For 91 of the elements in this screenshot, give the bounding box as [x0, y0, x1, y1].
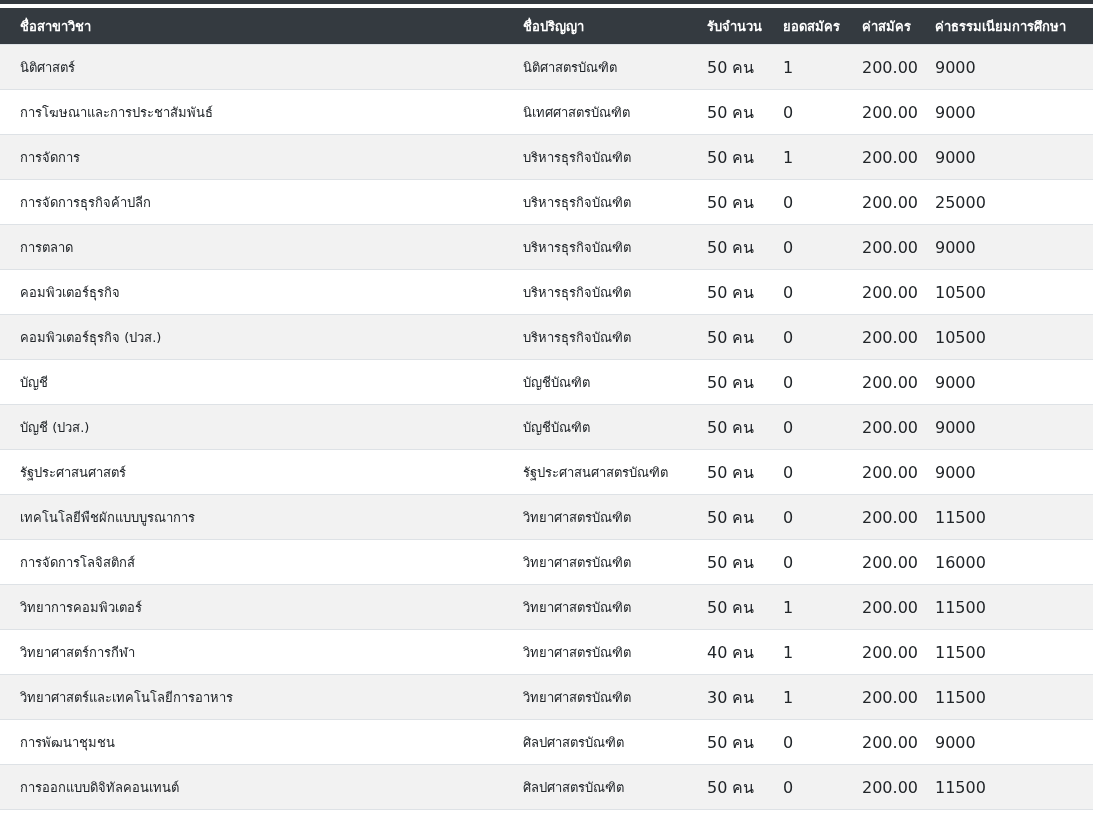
table-cell: รัฐประศาสนศาสตรบัณฑิต [503, 449, 687, 495]
table-cell: วิทยาศาสตรบัณฑิต [503, 539, 687, 585]
table-cell: 40 คน [687, 629, 763, 675]
table-cell: บริหารธุรกิจบัณฑิต [503, 134, 687, 180]
table-cell: 0 [763, 539, 842, 585]
table-cell: วิทยาศาสตรบัณฑิต [503, 584, 687, 630]
table-cell: 1 [763, 44, 842, 90]
table-cell: บริหารธุรกิจบัณฑิต [503, 224, 687, 270]
table-cell: 200.00 [842, 134, 915, 180]
table-cell: 50 คน [687, 539, 763, 585]
table-cell: 50 คน [687, 494, 763, 540]
table-cell: 0 [763, 224, 842, 270]
table-cell: ศิลปศาสตรบัณฑิต [503, 764, 687, 810]
table-cell: บัญชีบัณฑิต [503, 359, 687, 405]
table-cell: การตลาด [0, 224, 503, 270]
column-header: ชื่อปริญญา [503, 8, 687, 45]
table-cell: 200.00 [842, 719, 915, 765]
table-cell: คอมพิวเตอร์ธุรกิจ [0, 269, 503, 315]
table-cell: 50 คน [687, 134, 763, 180]
table-cell: บริหารธุรกิจบัณฑิต [503, 269, 687, 315]
table-cell: 0 [763, 719, 842, 765]
table-cell: 0 [763, 359, 842, 405]
table-cell: บริหารธุรกิจบัณฑิต [503, 179, 687, 225]
column-header: ชื่อสาขาวิชา [0, 8, 503, 45]
table-cell: 200.00 [842, 89, 915, 135]
table-cell: 0 [763, 179, 842, 225]
table-cell: 200.00 [842, 629, 915, 675]
table-cell: 30 คน [687, 674, 763, 720]
column-header: รับจำนวน [687, 8, 763, 45]
table-cell: บริหารธุรกิจบัณฑิต [503, 314, 687, 360]
table-cell: 200.00 [842, 674, 915, 720]
table-cell: 0 [763, 404, 842, 450]
table-cell: วิทยาศาสตรบัณฑิต [503, 674, 687, 720]
table-cell: ศิลปศาสตรบัณฑิต [503, 719, 687, 765]
table-cell: 50 คน [687, 224, 763, 270]
table-cell: 0 [763, 449, 842, 495]
table-cell: 50 คน [687, 89, 763, 135]
table-cell: การจัดการ [0, 134, 503, 180]
table-cell: การจัดการโลจิสติกส์ [0, 539, 503, 585]
table-cell: 1 [763, 674, 842, 720]
table-cell: บัญชีบัณฑิต [503, 404, 687, 450]
table-cell: วิทยาศาสตร์การกีฬา [0, 629, 503, 675]
table-cell: 0 [763, 314, 842, 360]
table-cell: 50 คน [687, 179, 763, 225]
table-cell: การจัดการธุรกิจค้าปลีก [0, 179, 503, 225]
table-cell: 200.00 [842, 314, 915, 360]
table-cell: 200.00 [842, 449, 915, 495]
table-cell: นิเทศศาสตรบัณฑิต [503, 89, 687, 135]
table-cell: 50 คน [687, 449, 763, 495]
table-cell: 50 คน [687, 584, 763, 630]
table-cell: 0 [763, 269, 842, 315]
table-cell: 0 [763, 89, 842, 135]
table-cell: 50 คน [687, 359, 763, 405]
table-cell: บัญชี (ปวส.) [0, 404, 503, 450]
table-cell: เทคโนโลยีพืชผักแบบบูรณาการ [0, 494, 503, 540]
table-cell: 200.00 [842, 539, 915, 585]
table-cell: 50 คน [687, 269, 763, 315]
table-cell: วิทยาการคอมพิวเตอร์ [0, 584, 503, 630]
table-cell: 200.00 [842, 359, 915, 405]
table-cell: การโฆษณาและการประชาสัมพันธ์ [0, 89, 503, 135]
table-cell: 50 คน [687, 404, 763, 450]
column-header: ค่าสมัคร [842, 8, 915, 45]
column-header: ค่าธรรมเนียมการศึกษา [915, 8, 1093, 45]
table-cell: 0 [763, 494, 842, 540]
table-cell: รัฐประศาสนศาสตร์ [0, 449, 503, 495]
table-cell: คอมพิวเตอร์ธุรกิจ (ปวส.) [0, 314, 503, 360]
table-cell: 50 คน [687, 764, 763, 810]
table-cell: 50 คน [687, 314, 763, 360]
table-cell: 200.00 [842, 494, 915, 540]
table-cell: วิทยาศาสตรบัณฑิต [503, 629, 687, 675]
table-cell: 1 [763, 629, 842, 675]
table-cell: 200.00 [842, 404, 915, 450]
table-cell: 0 [763, 764, 842, 810]
table-cell: 1 [763, 584, 842, 630]
column-header: ยอดสมัคร [763, 8, 842, 45]
table-cell: 50 คน [687, 719, 763, 765]
table-cell: การพัฒนาชุมชน [0, 719, 503, 765]
table-cell: 1 [763, 134, 842, 180]
table-cell: 200.00 [842, 44, 915, 90]
table-cell: 200.00 [842, 224, 915, 270]
table-cell: 200.00 [842, 179, 915, 225]
table-cell: 200.00 [842, 584, 915, 630]
table-cell: วิทยาศาสตรบัณฑิต [503, 494, 687, 540]
table-cell: การออกแบบดิจิทัลคอนเทนต์ [0, 764, 503, 810]
table-cell: นิติศาสตรบัณฑิต [503, 44, 687, 90]
table-cell: 200.00 [842, 764, 915, 810]
table-cell: 50 คน [687, 44, 763, 90]
table-cell: วิทยาศาสตร์และเทคโนโลยีการอาหาร [0, 674, 503, 720]
table-cell: บัญชี [0, 359, 503, 405]
table-cell: นิติศาสตร์ [0, 44, 503, 90]
table-cell: 200.00 [842, 269, 915, 315]
